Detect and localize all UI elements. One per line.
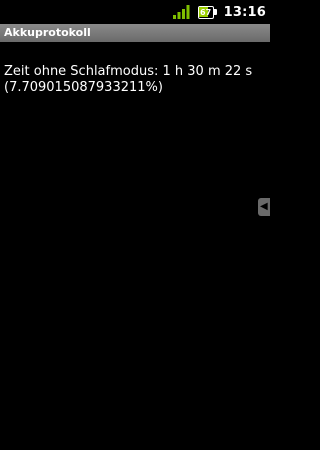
signal-bars-icon [172,5,190,19]
awake-time-text: Zeit ohne Schlafmodus: 1 h 30 m 22 s [4,64,253,79]
battery-icon: 67 [197,5,218,20]
status-clock: 13:16 [223,4,266,20]
chevron-left-icon: ◀ [260,201,268,212]
app-title: Akkuprotokoll [4,26,91,39]
main-content: Zeit ohne Schlafmodus: 1 h 30 m 22 s (7.… [4,64,266,96]
battery-percent: 67 [200,7,212,17]
status-icons: 67 13:16 [172,2,266,22]
awake-percent-text: (7.709015087933211%) [4,80,163,95]
status-bar: 67 13:16 [0,0,270,24]
title-bar: Akkuprotokoll [0,24,270,42]
side-drawer-handle[interactable]: ◀ [258,198,270,216]
